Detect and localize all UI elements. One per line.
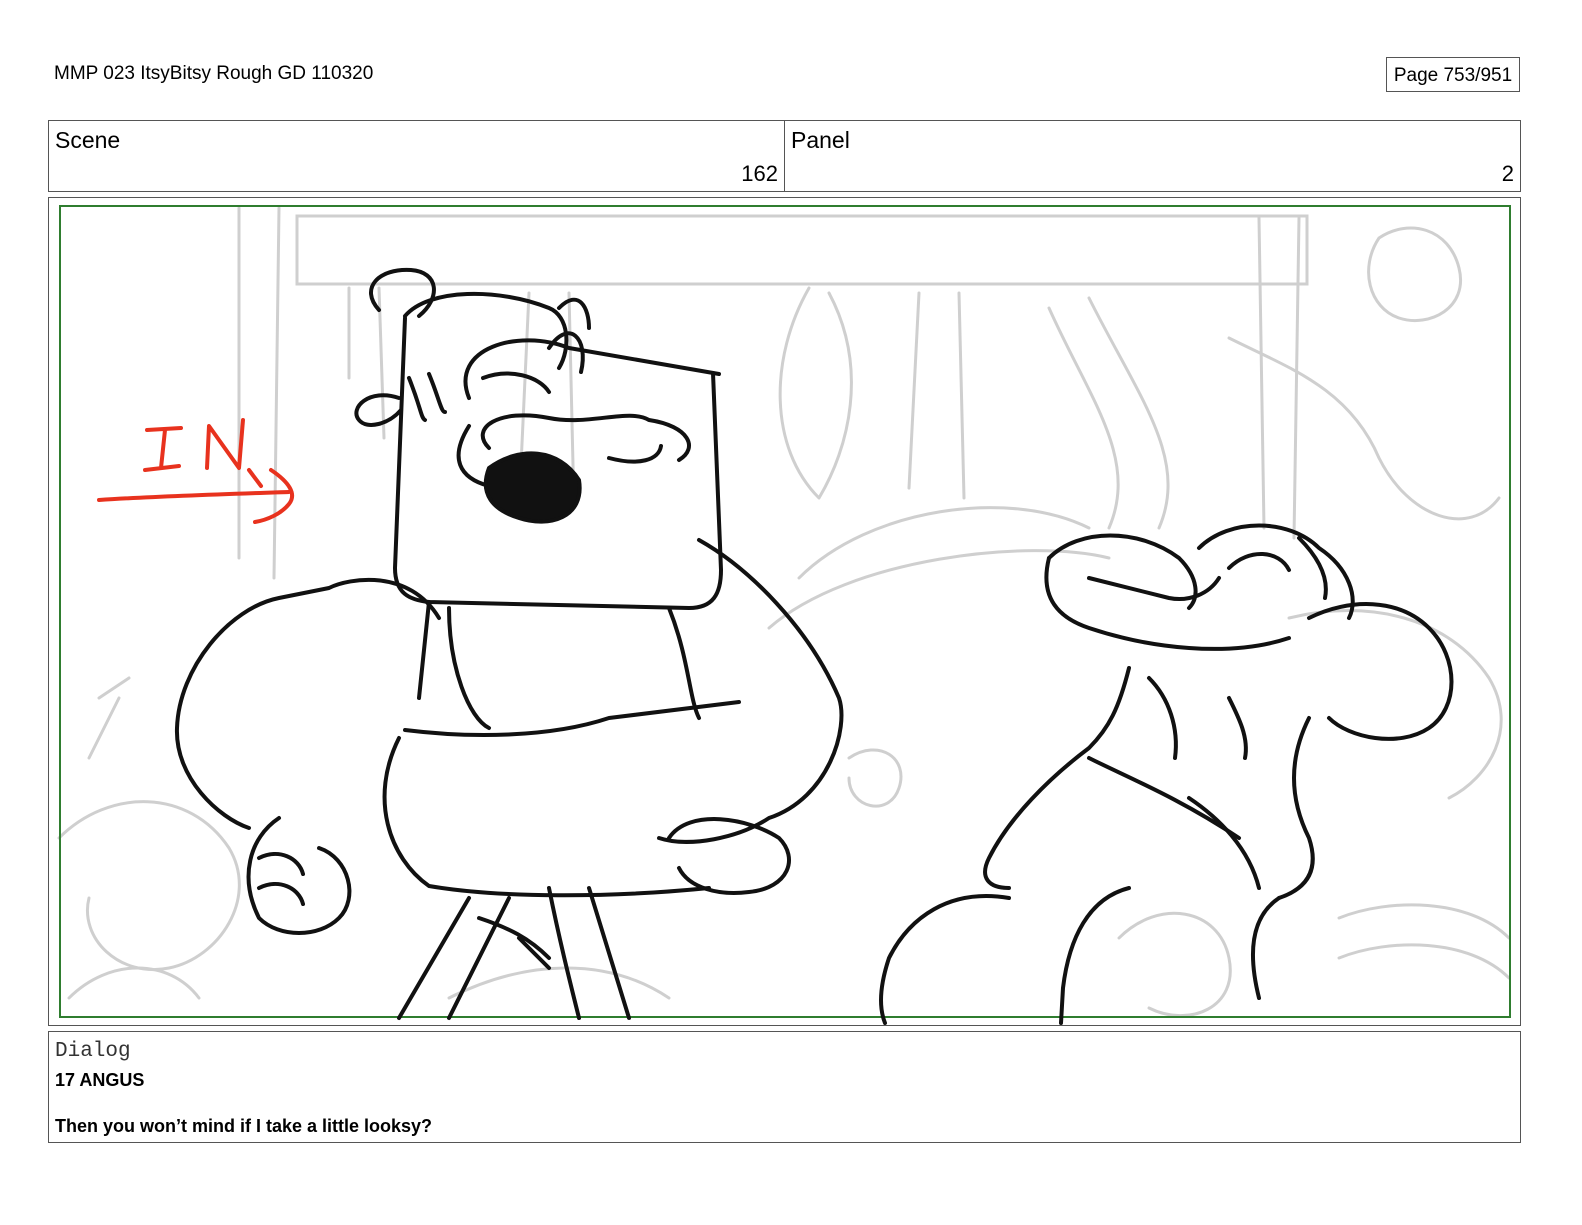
scene-panel-header: Scene 162 Panel 2	[48, 120, 1521, 192]
storyboard-panel	[48, 197, 1521, 1026]
panel-label: Panel	[791, 127, 850, 153]
dialog-box: Dialog 17 ANGUS Then you won’t mind if I…	[48, 1031, 1521, 1143]
scene-label: Scene	[55, 127, 121, 153]
document-title: MMP 023 ItsyBitsy Rough GD 110320	[54, 63, 374, 84]
panel-sketch	[57, 205, 1511, 1025]
scene-cell: Scene 162	[49, 121, 784, 191]
dialog-label: Dialog	[55, 1040, 131, 1063]
panel-cell: Panel 2	[784, 121, 1520, 191]
dialog-speaker: 17 ANGUS	[55, 1070, 145, 1090]
panel-number: 2	[1501, 161, 1514, 186]
dialog-line: Then you won’t mind if I take a little l…	[55, 1116, 433, 1136]
in-arrow-annotation	[97, 418, 295, 524]
scene-number: 162	[741, 161, 778, 186]
page-number: Page 753/951	[1386, 57, 1520, 92]
